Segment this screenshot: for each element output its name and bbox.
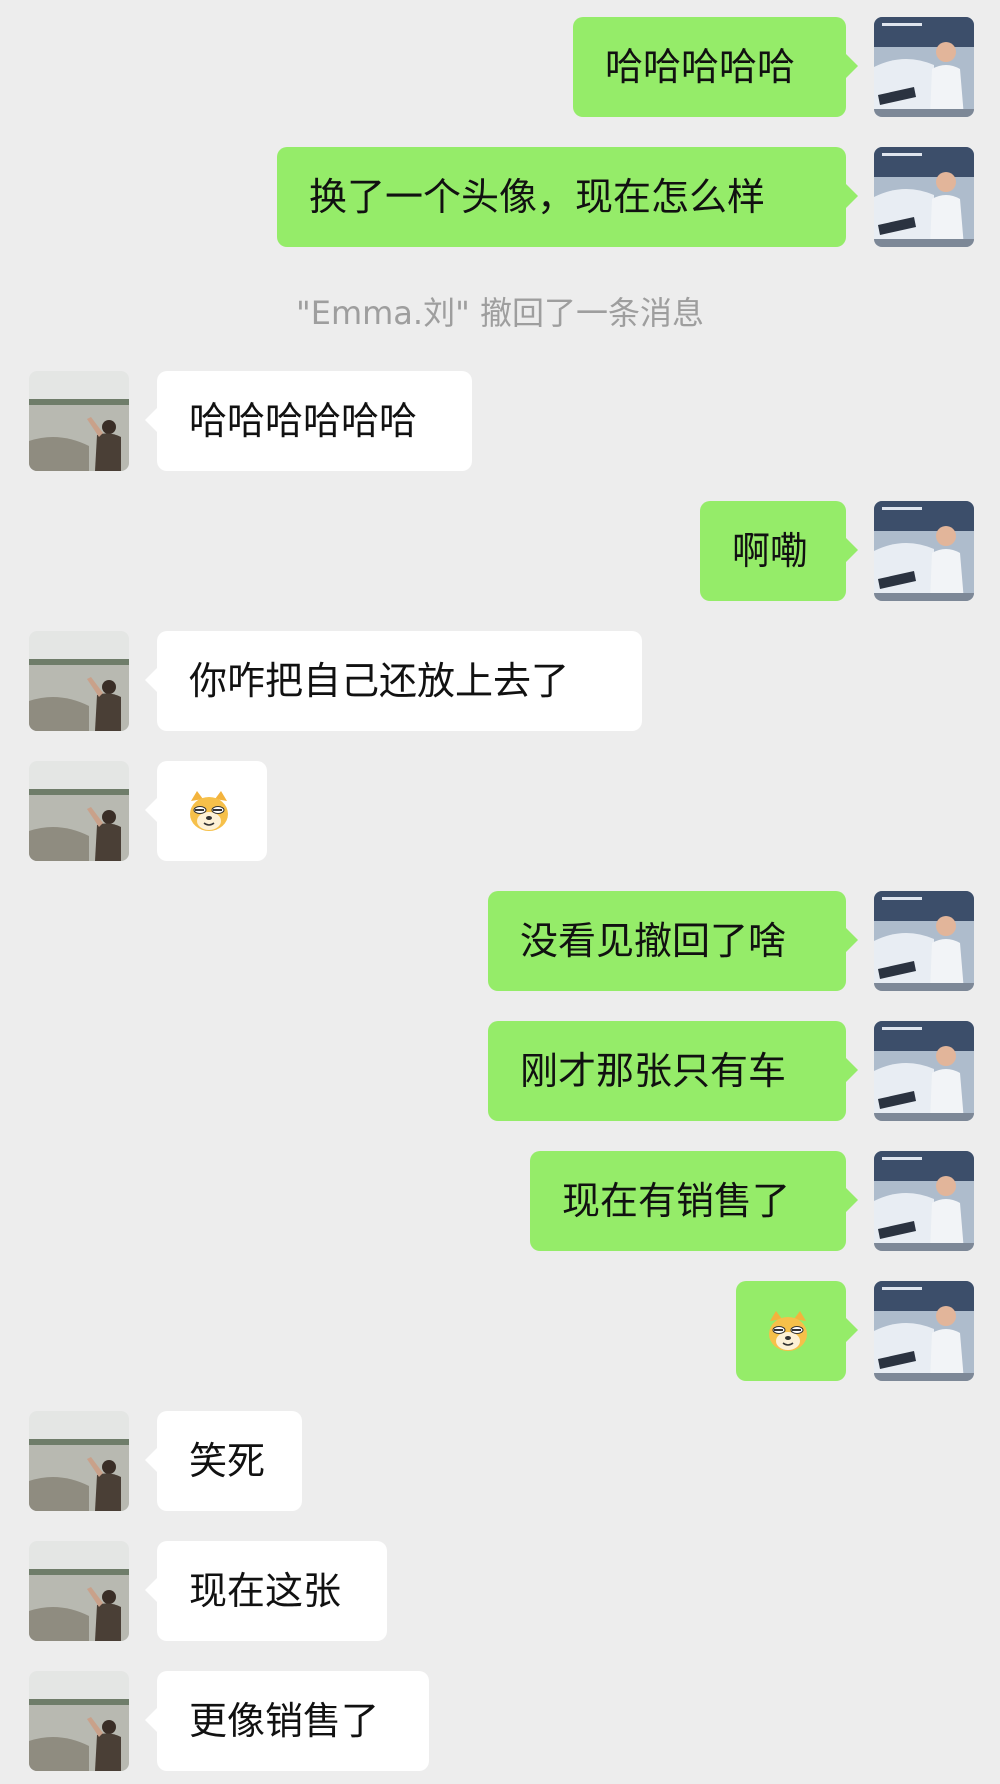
avatar-image — [29, 1671, 129, 1771]
message-bubble-other[interactable]: 现在这张 — [145, 1541, 387, 1641]
message-bubble-other[interactable]: 你咋把自己还放上去了 — [145, 631, 642, 731]
message-row-other: 更像销售了 — [0, 1671, 1000, 1771]
woman-by-lake-avatar[interactable] — [29, 631, 129, 731]
avatar-image — [874, 1021, 974, 1121]
message-row-self: 没看见撤回了啥 — [0, 891, 1000, 991]
message-bubble-self[interactable]: 啊嘞 — [700, 501, 858, 601]
message-bubble-self[interactable]: 没看见撤回了啥 — [488, 891, 858, 991]
avatar-image — [874, 1281, 974, 1381]
chat-message-list: 哈哈哈哈哈 换了一个头像，现在怎么样 "Emma.刘" 撤回了一条消息 哈哈哈哈… — [0, 0, 1000, 1784]
message-bubble-self[interactable]: 现在有销售了 — [530, 1151, 858, 1251]
message-row-self: 哈哈哈哈哈 — [0, 17, 1000, 117]
avatar-image — [874, 891, 974, 991]
avatar-image — [29, 371, 129, 471]
woman-by-lake-avatar[interactable] — [29, 371, 129, 471]
message-row-other: 笑死 — [0, 1411, 1000, 1511]
woman-by-lake-avatar[interactable] — [29, 1411, 129, 1511]
message-row-self: 现在有销售了 — [0, 1151, 1000, 1251]
avatar-image — [874, 147, 974, 247]
man-with-car-avatar[interactable] — [874, 1281, 974, 1381]
avatar-image — [29, 631, 129, 731]
avatar-image — [874, 501, 974, 601]
man-with-car-avatar[interactable] — [874, 147, 974, 247]
avatar-image — [29, 1541, 129, 1641]
message-bubble-other[interactable]: 笑死 — [145, 1411, 302, 1511]
avatar-image — [874, 1151, 974, 1251]
message-bubble-self[interactable]: 哈哈哈哈哈 — [573, 17, 858, 117]
man-with-car-avatar[interactable] — [874, 501, 974, 601]
message-row-other: 现在这张 — [0, 1541, 1000, 1641]
doge-emoji-icon — [190, 791, 228, 831]
man-with-car-avatar[interactable] — [874, 17, 974, 117]
message-row-self: 刚才那张只有车 — [0, 1021, 1000, 1121]
avatar-image — [874, 17, 974, 117]
woman-by-lake-avatar[interactable] — [29, 1541, 129, 1641]
message-bubble-self[interactable] — [736, 1281, 858, 1381]
message-row-other — [0, 761, 1000, 861]
man-with-car-avatar[interactable] — [874, 891, 974, 991]
message-row-self: 换了一个头像，现在怎么样 — [0, 147, 1000, 247]
recall-notice: "Emma.刘" 撤回了一条消息 — [296, 294, 704, 332]
avatar-image — [29, 761, 129, 861]
doge-emoji-icon — [769, 1311, 807, 1351]
man-with-car-avatar[interactable] — [874, 1151, 974, 1251]
message-bubble-self[interactable]: 换了一个头像，现在怎么样 — [277, 147, 858, 247]
woman-by-lake-avatar[interactable] — [29, 761, 129, 861]
message-bubble-other[interactable]: 更像销售了 — [145, 1671, 429, 1771]
woman-by-lake-avatar[interactable] — [29, 1671, 129, 1771]
message-bubble-other[interactable]: 哈哈哈哈哈哈 — [145, 371, 472, 471]
man-with-car-avatar[interactable] — [874, 1021, 974, 1121]
avatar-image — [29, 1411, 129, 1511]
message-bubble-other[interactable] — [145, 761, 267, 861]
message-row-other: 哈哈哈哈哈哈 — [0, 371, 1000, 471]
message-row-self: 啊嘞 — [0, 501, 1000, 601]
message-row-other: 你咋把自己还放上去了 — [0, 631, 1000, 731]
message-row-self — [0, 1281, 1000, 1381]
message-bubble-self[interactable]: 刚才那张只有车 — [488, 1021, 858, 1121]
